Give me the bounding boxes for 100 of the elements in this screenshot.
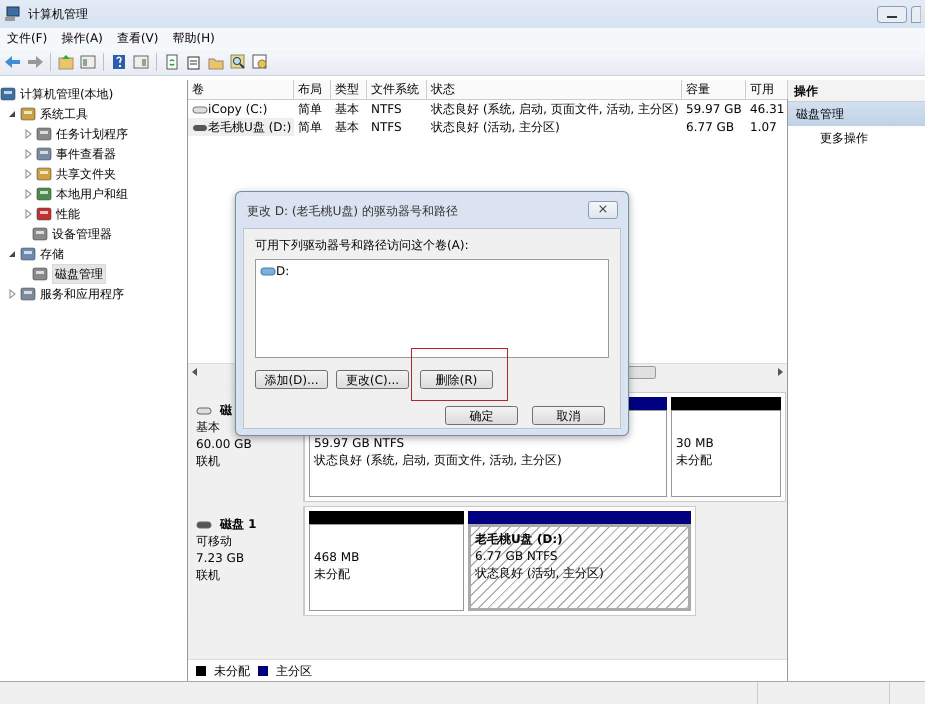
table-cell-text: 简单 xyxy=(297,119,323,136)
table-cell-text: 基本 xyxy=(334,119,360,136)
collapse-arrow-icon[interactable] xyxy=(7,109,17,119)
tree-node-icon xyxy=(36,126,52,142)
volume-name[interactable]: iCopy (C:) xyxy=(188,100,294,118)
partition-size: 468 MB xyxy=(314,550,360,564)
table-cell-text: NTFS xyxy=(370,101,403,118)
partition[interactable]: 30 MB 未分配 xyxy=(671,410,781,497)
tree-item[interactable]: 任务计划程序 xyxy=(56,125,128,143)
help-icon[interactable] xyxy=(110,52,128,70)
tree-item[interactable]: 事件查看器 xyxy=(56,145,116,163)
search-icon[interactable] xyxy=(229,52,247,70)
close-button[interactable]: × xyxy=(588,201,618,219)
partition-status: 状态良好 (活动, 主分区) xyxy=(475,566,604,580)
disk-size: 7.23 GB xyxy=(196,550,246,567)
actions-header: 操作 xyxy=(788,80,925,102)
expand-arrow-icon[interactable] xyxy=(23,149,33,159)
partition-name: 老毛桃U盘 (D:) xyxy=(475,531,564,548)
dialog-title: 更改 D: (老毛桃U盘) 的驱动器号和路径 xyxy=(247,204,458,218)
settings-icon[interactable] xyxy=(251,52,269,70)
table-cell-text: 1.07 xyxy=(749,119,778,136)
list-entry[interactable]: D: xyxy=(276,262,290,280)
menu-item[interactable]: 帮助(H) xyxy=(165,29,222,47)
dialog-button[interactable]: 取消 xyxy=(532,406,605,425)
tree-node-icon xyxy=(36,146,52,162)
table-cell-text: 状态良好 (活动, 主分区) xyxy=(430,119,561,136)
panel-icon[interactable] xyxy=(79,52,97,70)
tree-item[interactable]: 存储 xyxy=(40,245,64,263)
table-cell-text: 59.97 GB xyxy=(685,101,743,118)
menu-item[interactable]: 查看(V) xyxy=(110,29,166,47)
tree-node-icon xyxy=(20,106,36,122)
column-header[interactable]: 布局 xyxy=(294,80,331,99)
drive-icon xyxy=(192,104,208,115)
dialog-button[interactable]: 添加(D)... xyxy=(255,370,328,389)
expand-arrow-icon[interactable] xyxy=(7,289,17,299)
scroll-left-arrow-icon[interactable] xyxy=(192,368,198,376)
computer-icon xyxy=(4,6,20,22)
disk-name[interactable]: 磁 xyxy=(220,402,232,419)
collapse-arrow-icon[interactable] xyxy=(7,249,17,259)
partition[interactable]: 老毛桃U盘 (D:) 6.77 GB NTFS 状态良好 (活动, 主分区) xyxy=(468,524,691,611)
tree-item[interactable]: 系统工具 xyxy=(40,105,88,123)
legend-label: 未分配 xyxy=(214,662,250,680)
table-cell-text: 6.77 GB xyxy=(685,119,736,136)
expand-arrow-icon[interactable] xyxy=(23,129,33,139)
partition[interactable]: 468 MB 未分配 xyxy=(309,524,464,611)
tree-node-icon xyxy=(36,166,52,182)
column-header[interactable]: 文件系统 xyxy=(367,80,427,99)
dialog-button[interactable]: 确定 xyxy=(445,406,518,425)
drive-path-list[interactable]: D: xyxy=(255,259,609,358)
partition-status: 未分配 xyxy=(676,453,712,468)
column-header[interactable]: 卷 xyxy=(188,80,294,99)
action-link[interactable]: 更多操作 xyxy=(788,126,925,150)
scrollbar-thumb[interactable] xyxy=(628,366,656,378)
tree-item[interactable]: 服务和应用程序 xyxy=(40,285,124,303)
tree-item[interactable]: 本地用户和组 xyxy=(56,185,128,203)
disk-size: 60.00 GB xyxy=(196,436,253,453)
table-cell-text: 简单 xyxy=(297,101,323,118)
tree-node-icon xyxy=(20,246,36,262)
dialog-button[interactable]: 更改(C)... xyxy=(336,370,409,389)
dialog-prompt: 可用下列驱动器号和路径访问这个卷(A): xyxy=(255,237,470,254)
table-cell-text: NTFS xyxy=(370,119,403,136)
disk-type: 基本 xyxy=(196,419,221,436)
expand-arrow-icon[interactable] xyxy=(23,189,33,199)
tree-item[interactable]: 性能 xyxy=(56,205,80,223)
tree-node-icon xyxy=(36,186,52,202)
partition-size: 59.97 GB NTFS xyxy=(314,436,404,450)
actions-section[interactable]: 磁盘管理 xyxy=(788,102,925,126)
partition-size: 30 MB xyxy=(676,436,714,450)
drive-icon xyxy=(260,266,276,276)
tree-item[interactable]: 磁盘管理 xyxy=(52,264,106,284)
window-title: 计算机管理 xyxy=(28,6,88,23)
drive-icon xyxy=(192,122,208,133)
tree-node-icon xyxy=(32,226,48,242)
minimize-button[interactable] xyxy=(877,6,907,22)
disk-type: 可移动 xyxy=(196,533,233,550)
table-cell-text: 状态良好 (系统, 启动, 页面文件, 活动, 主分区) xyxy=(430,101,680,118)
expand-arrow-icon[interactable] xyxy=(23,169,33,179)
volume-name[interactable]: 老毛桃U盘 (D:) xyxy=(188,118,294,136)
folder-up-icon[interactable] xyxy=(57,52,75,70)
expand-arrow-icon[interactable] xyxy=(23,209,33,219)
column-header[interactable]: 容量 xyxy=(682,80,746,99)
partition-status: 未分配 xyxy=(314,567,350,582)
menu-item[interactable]: 文件(F) xyxy=(0,29,54,47)
menu-item[interactable]: 操作(A) xyxy=(54,29,110,47)
panel-icon[interactable] xyxy=(132,52,150,70)
tree-item[interactable]: 共享文件夹 xyxy=(56,165,116,183)
partition-status: 状态良好 (系统, 启动, 页面文件, 活动, 主分区) xyxy=(314,453,562,468)
dialog-button[interactable]: 删除(R) xyxy=(420,370,493,389)
disk-name[interactable]: 磁盘 1 xyxy=(220,516,257,533)
tree-item[interactable]: 设备管理器 xyxy=(52,225,112,243)
tree-item[interactable]: 计算机管理(本地) xyxy=(20,85,114,103)
disk-status: 联机 xyxy=(196,567,221,584)
disk-status: 联机 xyxy=(196,453,221,470)
tree-node-icon xyxy=(36,206,52,222)
legend-label: 主分区 xyxy=(276,662,312,680)
column-header[interactable]: 类型 xyxy=(331,80,367,99)
partition-size: 6.77 GB NTFS xyxy=(475,549,558,564)
tree-node-icon xyxy=(20,286,36,302)
scroll-right-arrow-icon[interactable] xyxy=(777,368,783,376)
column-header[interactable]: 状态 xyxy=(427,80,682,99)
